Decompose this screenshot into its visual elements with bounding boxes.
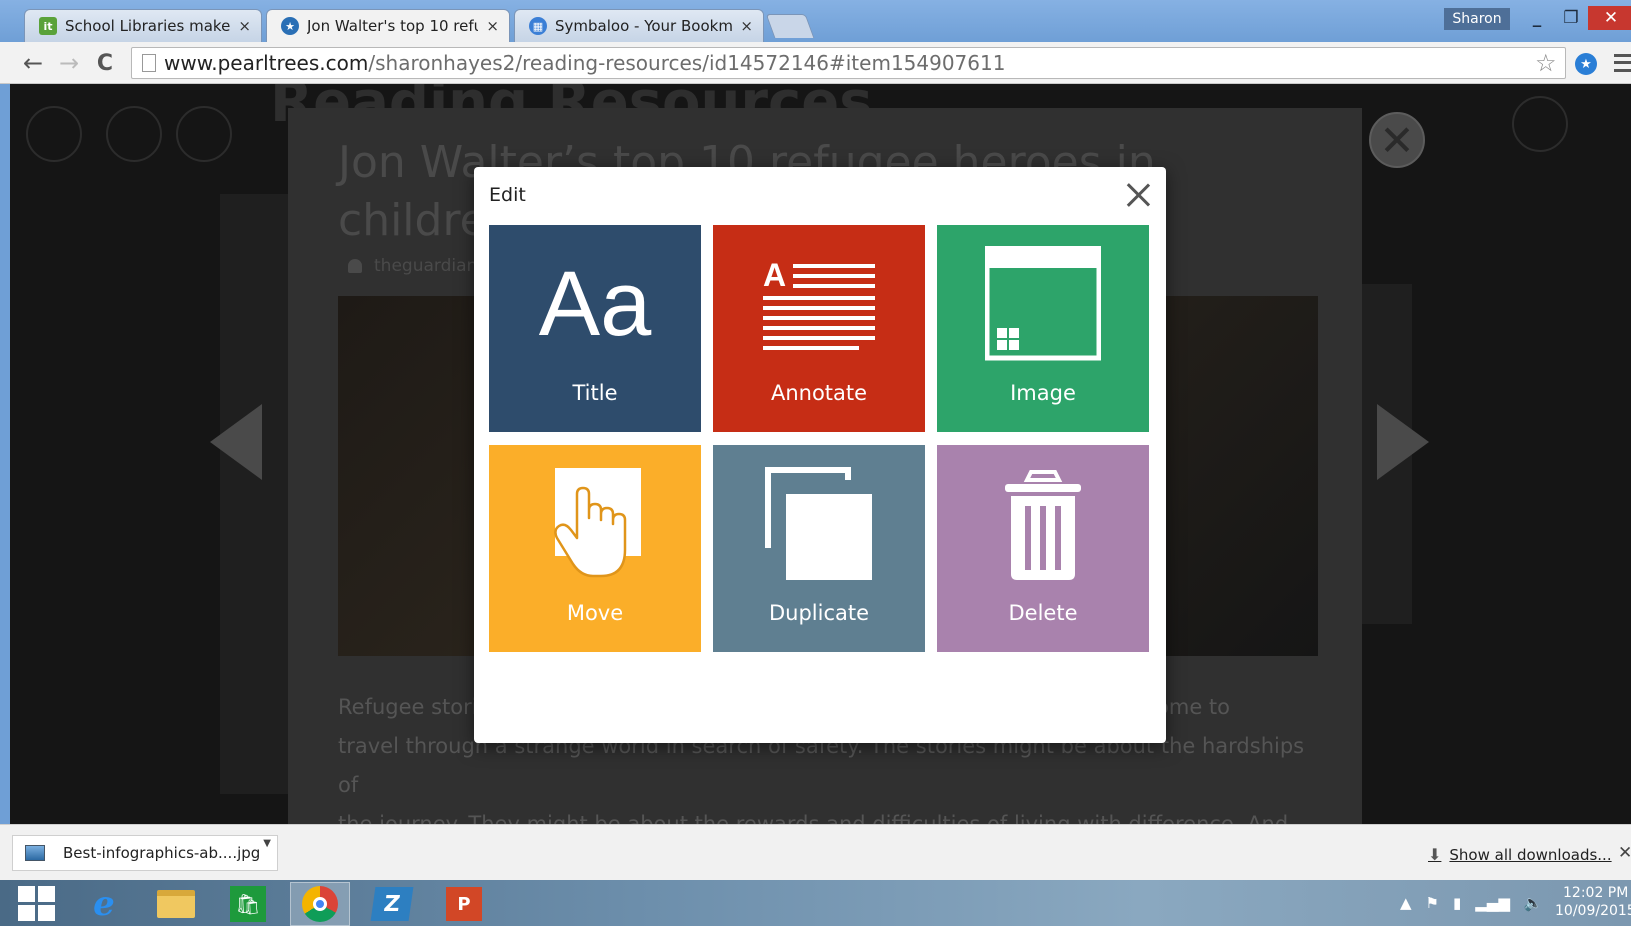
tab-school-libraries[interactable]: it School Libraries make a di × [24,9,262,42]
duplicate-icon [713,465,925,583]
tile-label: Move [566,601,624,625]
download-arrow-icon: ⬇ [1428,845,1442,864]
modal-close-icon[interactable] [1124,181,1152,209]
minimize-icon[interactable]: _ [1520,6,1554,30]
edit-tiles: Aa Title A Annotate Image Move Duplicate… [489,225,1149,652]
new-tab-button[interactable] [765,14,815,38]
caret-down-icon[interactable]: ▼ [263,838,271,849]
hand-pointer-icon [489,465,701,583]
windows-taskbar: e 🛍 Z P ▲ ⚑ ▮ ▂▄▆ 🔈 12:02 PM 10/09/2015 [0,880,1631,926]
next-arrow-icon[interactable] [1377,404,1429,480]
source-name: theguardian [374,256,478,276]
back-arrow-icon[interactable]: ← [20,49,46,77]
address-bar[interactable]: www.pearltrees.com/sharonhayes2/reading-… [131,47,1566,79]
chrome-menu-icon[interactable] [1614,54,1631,72]
tab-label: Symbaloo - Your Bookma [555,17,733,35]
bookmark-star-icon[interactable]: ☆ [1535,49,1557,77]
title-bar: it School Libraries make a di × ★ Jon Wa… [0,0,1631,42]
speaker-icon[interactable]: 🔈 [1524,894,1543,912]
text-aa-icon: Aa [538,253,652,355]
show-all-label: Show all downloads... [1449,845,1612,864]
duplicate-tile[interactable]: Duplicate [713,445,925,652]
action-center-flag-icon[interactable]: ⚑ [1426,894,1439,912]
show-all-downloads-link[interactable]: ⬇ Show all downloads... [1428,845,1612,864]
article-source[interactable]: theguardian [348,256,477,276]
clock-date: 10/09/2015 [1555,903,1631,919]
person-icon [348,259,362,273]
modal-title: Edit [489,184,526,206]
symbaloo-icon: ▦ [529,17,547,35]
article-line: home to [1142,695,1230,719]
previous-arrow-icon[interactable] [210,404,262,480]
browser-toolbar: ← → C www.pearltrees.com/sharonhayes2/re… [0,42,1631,84]
download-item[interactable]: Best-infographics-ab....jpg ▼ [12,835,278,871]
tile-label: Title [572,381,618,405]
delete-tile[interactable]: Delete [937,445,1149,652]
settings-icon[interactable] [1512,96,1568,152]
tab-label: Jon Walter's top 10 refuge [307,17,478,35]
url-host: www.pearltrees.com [164,51,369,75]
image-icon [937,245,1149,363]
battery-icon[interactable]: ▮ [1453,894,1461,912]
close-icon[interactable]: × [740,17,753,35]
file-explorer-icon[interactable] [146,882,206,926]
download-bar: Best-infographics-ab....jpg ▼ ⬇ Show all… [0,824,1631,880]
tile-label: Duplicate [768,601,870,625]
tab-symbaloo[interactable]: ▦ Symbaloo - Your Bookma × [514,9,764,42]
annotate-icon: A [713,245,925,363]
article-line: Refugee stori [338,695,478,719]
image-file-icon [25,845,45,861]
pearltrees-logo-icon[interactable] [176,106,232,162]
close-icon[interactable]: × [486,17,499,35]
network-signal-icon[interactable]: ▂▄▆ [1475,894,1510,912]
forward-arrow-icon[interactable]: → [56,49,82,77]
tab-jon-walter[interactable]: ★ Jon Walter's top 10 refuge × [266,9,510,42]
tile-label: Image [1010,381,1076,405]
tile-label: Delete [1008,601,1078,625]
move-tile[interactable]: Move [489,445,701,652]
home-icon[interactable] [106,106,162,162]
overlay-close-icon[interactable]: ✕ [1369,112,1425,168]
url-path: /sharonhayes2/reading-resources/id145721… [368,51,1006,75]
left-list-panel [220,194,290,794]
chevron-up-icon[interactable]: ▲ [1400,894,1412,912]
download-filename: Best-infographics-ab....jpg [63,844,261,862]
close-icon[interactable]: ✕ [1618,843,1631,863]
powerpoint-icon[interactable]: P [434,882,494,926]
system-tray: ▲ ⚑ ▮ ▂▄▆ 🔈 [1400,880,1543,926]
restore-icon[interactable]: ❐ [1554,6,1588,30]
image-tile[interactable]: Image [937,225,1149,432]
tab-label: School Libraries make a di [65,17,231,35]
internet-explorer-icon[interactable]: e [74,882,134,926]
close-icon[interactable]: × [238,17,251,35]
taskbar-clock[interactable]: 12:02 PM 10/09/2015 [1555,884,1631,920]
window-close-icon[interactable]: ✕ [1588,6,1631,30]
menu-icon[interactable] [26,106,82,162]
pearltrees-icon: ★ [281,17,299,35]
chrome-icon[interactable] [290,882,350,926]
clock-time: 12:02 PM [1563,885,1629,901]
extension-icon[interactable]: ★ [1575,53,1597,75]
title-tile[interactable]: Aa Title [489,225,701,432]
edit-modal: Edit Aa Title A Annotate Image Move Dupl… [474,167,1166,743]
article-line: the journey. They might be about the rew… [338,812,1289,824]
annotate-tile[interactable]: A Annotate [713,225,925,432]
reload-icon[interactable]: C [92,50,118,76]
svg-text:A: A [763,258,786,293]
user-badge[interactable]: Sharon [1444,8,1510,30]
page-icon [142,54,156,72]
z-app-icon[interactable]: Z [362,882,422,926]
windows-start-icon[interactable] [18,886,56,922]
store-icon[interactable]: 🛍 [218,882,278,926]
tile-label: Annotate [770,381,868,405]
it-icon: it [39,17,57,35]
trash-icon [937,465,1149,583]
